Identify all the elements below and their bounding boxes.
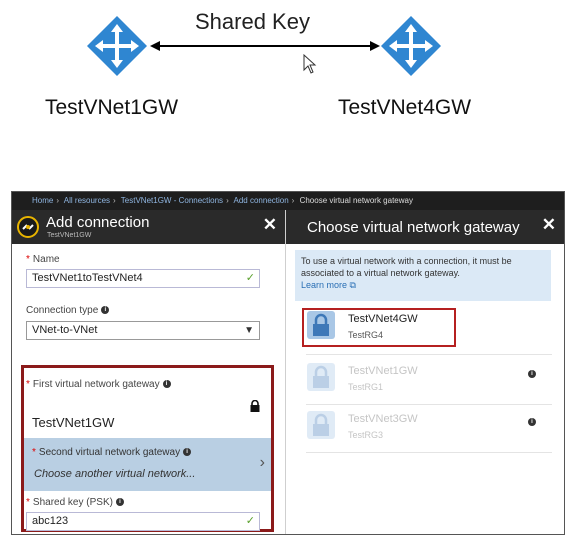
info-icon: i: [183, 448, 192, 457]
shared-key-label: * Shared key (PSK) i: [26, 497, 124, 508]
first-gateway-value: TestVNet1GW: [32, 415, 115, 430]
divider: [306, 354, 552, 355]
gateway-name: TestVNet3GW: [348, 413, 418, 425]
breadcrumb-all-resources[interactable]: All resources: [64, 196, 110, 205]
vpn-gateway-icon: [306, 410, 336, 440]
gateway-resource-group: TestRG4: [348, 330, 384, 340]
blade-title: Add connection: [46, 214, 150, 231]
gateway-name: TestVNet1GW: [348, 365, 418, 377]
info-icon[interactable]: i: [528, 418, 536, 426]
name-label: * Name: [26, 254, 60, 265]
second-gateway-label: * Second virtual network gateway i: [32, 447, 192, 458]
double-arrow-icon: [150, 41, 380, 51]
close-icon[interactable]: ✕: [263, 215, 277, 235]
choose-gateway-blade: Choose virtual network gateway ✕ To use …: [286, 210, 564, 534]
breadcrumb-add-connection[interactable]: Add connection: [234, 196, 289, 205]
breadcrumb: Home › All resources › TestVNet1GW - Conne…: [12, 192, 564, 210]
divider: [306, 404, 552, 405]
right-gateway-name: TestVNet4GW: [338, 96, 472, 119]
external-link-icon: ⧉: [349, 280, 356, 290]
mouse-cursor-icon: [303, 54, 317, 74]
lock-icon: [250, 400, 260, 412]
name-field[interactable]: TestVNet1toTestVNet4 ✓: [26, 269, 260, 288]
info-icon[interactable]: i: [528, 370, 536, 378]
checkmark-icon: ✓: [245, 515, 255, 527]
vpn-gateway-icon: [86, 15, 148, 77]
gateway-list-item: TestVNet1GW TestRG1 i: [306, 360, 546, 400]
breadcrumb-connections[interactable]: TestVNet1GW - Connections: [121, 196, 223, 205]
vpn-gateway-icon: [380, 15, 442, 77]
info-icon: i: [115, 498, 124, 507]
breadcrumb-current: Choose virtual network gateway: [299, 196, 413, 205]
blade-header: Choose virtual network gateway ✕: [286, 210, 564, 244]
connection-type-select[interactable]: VNet-to-VNet ▼: [26, 321, 260, 340]
gateway-resource-group: TestRG1: [348, 382, 384, 392]
blade-title: Choose virtual network gateway: [307, 219, 520, 236]
azure-portal-screenshot: Home › All resources › TestVNet1GW - Conne…: [11, 191, 565, 535]
first-gateway-label: * First virtual network gateway i: [26, 379, 171, 390]
chevron-down-icon: ▼: [244, 325, 254, 336]
info-message: To use a virtual network with a connecti…: [295, 250, 551, 301]
shared-key-label: Shared Key: [195, 9, 310, 34]
second-gateway-selector[interactable]: * Second virtual network gateway i Choose …: [24, 438, 271, 491]
checkmark-icon: ✓: [245, 272, 255, 284]
gateway-resource-group: TestRG3: [348, 430, 384, 440]
second-gateway-value: Choose another virtual network...: [34, 468, 196, 480]
connection-icon: [17, 216, 39, 238]
left-gateway-name: TestVNet1GW: [45, 96, 179, 119]
blade-header: Add connection TestVNet1GW ✕: [12, 210, 285, 244]
info-icon: i: [162, 380, 171, 389]
add-connection-blade: Add connection TestVNet1GW ✕ * Name TestV…: [12, 210, 286, 534]
chevron-right-icon: ›: [259, 454, 265, 471]
shared-key-field[interactable]: abc123 ✓: [26, 512, 260, 531]
info-icon: i: [101, 306, 110, 315]
learn-more-link[interactable]: Learn more ⧉: [301, 280, 356, 290]
vpn-gateway-icon: [306, 310, 336, 340]
gateway-name: TestVNet4GW: [348, 313, 418, 325]
close-icon[interactable]: ✕: [542, 215, 556, 235]
gateway-diagram: Shared Key TestVNet1GW TestVNet4GW: [0, 0, 567, 185]
breadcrumb-home[interactable]: Home: [32, 196, 53, 205]
divider: [306, 452, 552, 453]
vpn-gateway-icon: [306, 362, 336, 392]
gateway-list-item: TestVNet3GW TestRG3 i: [306, 408, 546, 448]
gateway-list-item[interactable]: TestVNet4GW TestRG4: [306, 308, 546, 348]
connection-type-label: Connection type i: [26, 305, 110, 316]
blade-subtitle: TestVNet1GW: [47, 232, 92, 239]
